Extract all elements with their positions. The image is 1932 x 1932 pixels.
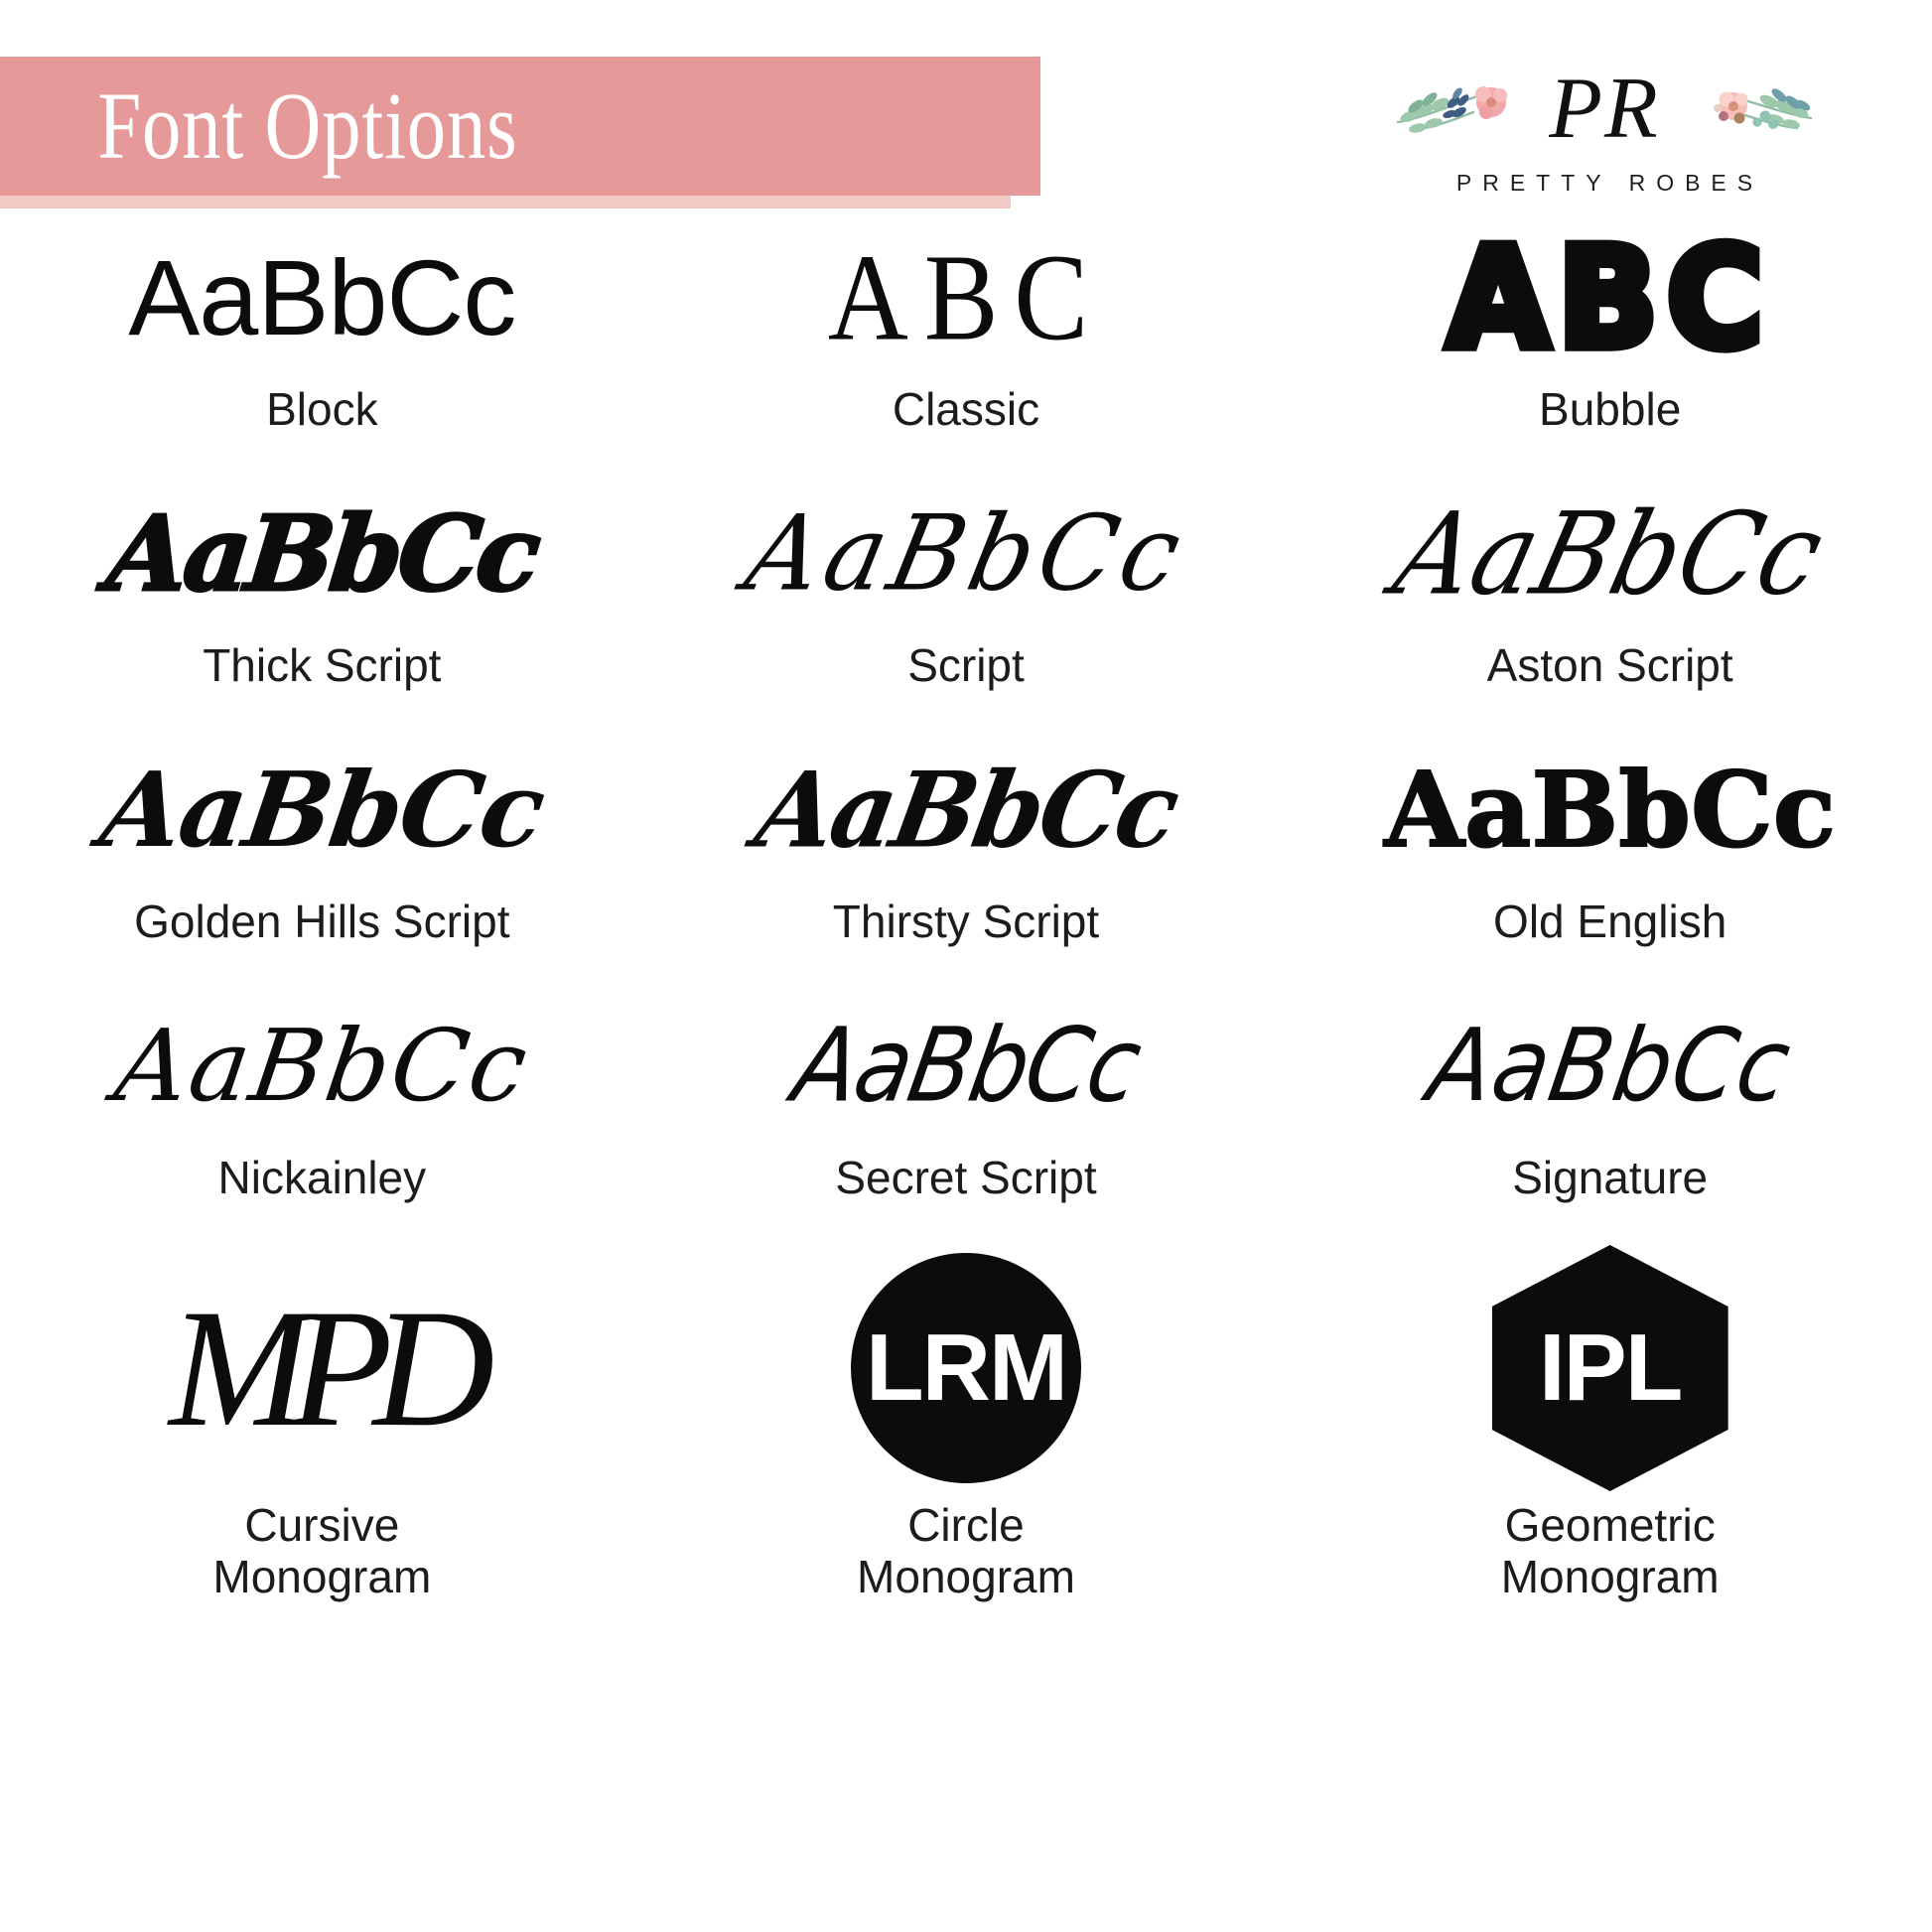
font-label: Nickainley [217,1152,427,1203]
font-label: Golden Hills Script [134,896,510,947]
font-options-banner: Font Options [0,57,1040,196]
font-option-geometric-monogram[interactable]: IPL Geometric Monogram [1288,1238,1932,1615]
font-label: Aston Script [1486,639,1733,691]
font-label: Cursive Monogram [212,1499,432,1602]
monogram-sample-wrap: MPD [18,1238,626,1498]
font-label: Block [266,383,378,435]
floral-sprig-right-icon [1714,88,1813,130]
logo-wordmark: PRETTY ROBES [1455,170,1764,196]
flower [1714,91,1748,124]
font-sample: ABC [827,228,1105,367]
font-label: Thick Script [203,639,442,691]
font-label-line2: Monogram [857,1550,1075,1602]
font-option-circle-monogram[interactable]: LRM Circle Monogram [644,1238,1289,1615]
font-sample: AaBbCc [108,1008,536,1124]
page-title: Font Options [97,72,518,179]
page-header: Font Options PR PRETTY ROBES [0,0,1932,213]
font-label: Circle Monogram [857,1499,1075,1602]
font-option-secret-script[interactable]: AaBbCc Secret Script [644,982,1289,1238]
font-sample: ABC [1443,216,1773,379]
logo-mark: PR [1386,55,1823,164]
font-option-golden-hills-script[interactable]: AaBbCc Golden Hills Script [0,726,644,982]
monogram-sample: MPD [169,1275,494,1461]
font-label: Geometric Monogram [1500,1499,1720,1602]
font-label: Thirsty Script [832,896,1100,947]
flower [1475,86,1507,119]
font-option-signature[interactable]: AaBbCc Signature [1288,982,1932,1238]
font-option-classic[interactable]: ABC Classic [644,213,1289,470]
font-sample: AaBbCc [736,492,1197,615]
font-sample: AaBbCc [100,491,544,617]
font-label-line1: Geometric [1504,1499,1716,1551]
monogram-sample: IPL [1491,1245,1728,1491]
font-label: Old English [1493,896,1727,947]
logo-monogram: PR [1549,61,1660,157]
font-option-block[interactable]: AaBbCc Block [0,213,644,470]
font-option-old-english[interactable]: AaBbCc Old English [1288,726,1932,982]
font-sample: AaBbCc [1421,1007,1799,1125]
font-option-bubble[interactable]: ABC Bubble [1288,213,1932,470]
font-option-aston-script[interactable]: AaBbCc Aston Script [1288,470,1932,726]
monogram-sample-wrap: LRM [662,1238,1271,1498]
monogram-sample-wrap: IPL [1306,1238,1914,1498]
font-label-line2: Monogram [1500,1550,1720,1602]
monogram-sample: LRM [850,1253,1081,1483]
brand-logo: PR PRETTY ROBES [1386,55,1823,197]
font-label-line1: Cursive [244,1499,400,1551]
font-label: Script [907,639,1025,691]
font-label-line1: Circle [907,1499,1025,1551]
font-option-script[interactable]: AaBbCc Script [644,470,1289,726]
font-label-line2: Monogram [212,1550,432,1602]
font-sample: AaBbCc [784,1006,1148,1126]
floral-sprig-left-icon [1396,86,1507,133]
font-option-thick-script[interactable]: AaBbCc Thick Script [0,470,644,726]
font-options-grid: AaBbCc Block ABC Classic ABC Bubble AaBb… [0,213,1932,1615]
font-label: Signature [1512,1152,1709,1203]
font-sample: AaBbCc [1382,486,1838,621]
font-sample: AaBbCc [93,749,551,871]
font-sample: AaBbCc [128,237,516,357]
font-option-thirsty-script[interactable]: AaBbCc Thirsty Script [644,726,1289,982]
font-sample: AaBbCc [747,749,1185,872]
font-option-nickainley[interactable]: AaBbCc Nickainley [0,982,644,1238]
font-sample: AaBbCc [1383,749,1837,871]
font-option-cursive-monogram[interactable]: MPD Cursive Monogram [0,1238,644,1615]
